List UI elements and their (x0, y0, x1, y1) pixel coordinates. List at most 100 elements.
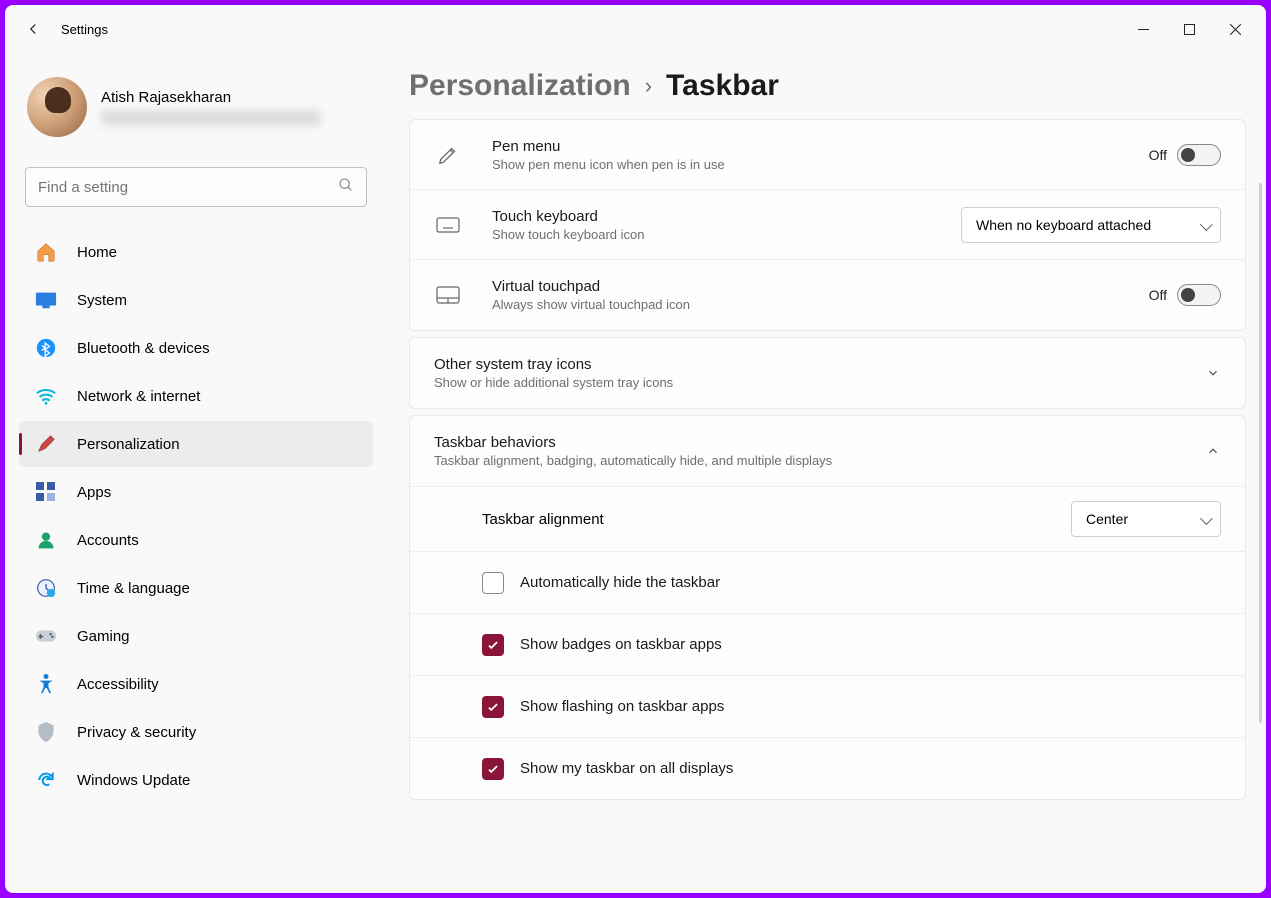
window-controls (1120, 13, 1258, 45)
row-desc: Show pen menu icon when pen is in use (492, 157, 1149, 172)
update-icon (35, 769, 57, 791)
other-tray-expander[interactable]: Other system tray icons Show or hide add… (410, 338, 1245, 408)
nav-label: Apps (77, 484, 111, 501)
privacy-icon (35, 721, 57, 743)
brush-icon (35, 433, 57, 455)
touch-keyboard-select[interactable]: When no keyboard attached (961, 207, 1221, 243)
badges-row: Show badges on taskbar apps (410, 613, 1245, 675)
close-button[interactable] (1212, 13, 1258, 45)
row-desc: Always show virtual touchpad icon (492, 297, 1149, 312)
toggle-state-label: Off (1149, 287, 1167, 303)
row-desc: Show touch keyboard icon (492, 227, 961, 242)
row-text: Touch keyboard Show touch keyboard icon (492, 208, 961, 242)
home-icon (35, 241, 57, 263)
taskbar-behaviors-card: Taskbar behaviors Taskbar alignment, bad… (409, 415, 1246, 800)
search-wrap (25, 167, 367, 207)
maximize-icon (1184, 24, 1195, 35)
nav-system[interactable]: System (19, 277, 373, 323)
accounts-icon (35, 529, 57, 551)
profile-block[interactable]: Atish Rajasekharan (19, 65, 373, 149)
nav-bluetooth[interactable]: Bluetooth & devices (19, 325, 373, 371)
all-displays-checkbox[interactable] (482, 758, 504, 780)
expander-desc: Taskbar alignment, badging, automaticall… (434, 453, 1205, 468)
nav-label: Privacy & security (77, 724, 196, 741)
chevron-up-icon (1205, 443, 1221, 459)
option-label: Show badges on taskbar apps (520, 636, 1221, 653)
touch-keyboard-row: Touch keyboard Show touch keyboard icon … (410, 190, 1245, 260)
expander-title: Taskbar behaviors (434, 434, 1205, 451)
flashing-row: Show flashing on taskbar apps (410, 675, 1245, 737)
breadcrumb-chevron-icon: › (645, 73, 652, 99)
badges-checkbox[interactable] (482, 634, 504, 656)
flashing-checkbox[interactable] (482, 696, 504, 718)
breadcrumb-current: Taskbar (666, 69, 779, 103)
expander-desc: Show or hide additional system tray icon… (434, 375, 1205, 390)
nav-label: System (77, 292, 127, 309)
keyboard-icon (434, 217, 462, 233)
scrollbar[interactable] (1259, 183, 1262, 723)
breadcrumb: Personalization › Taskbar (409, 69, 1246, 103)
search-input[interactable] (38, 179, 338, 196)
nav-apps[interactable]: Apps (19, 469, 373, 515)
nav-label: Windows Update (77, 772, 190, 789)
app-title: Settings (61, 22, 108, 37)
nav-time[interactable]: Time & language (19, 565, 373, 611)
option-label: Show my taskbar on all displays (520, 760, 1221, 777)
autohide-checkbox[interactable] (482, 572, 504, 594)
system-tray-card: Pen menu Show pen menu icon when pen is … (409, 119, 1246, 331)
nav-label: Time & language (77, 580, 190, 597)
nav-label: Network & internet (77, 388, 200, 405)
pen-toggle[interactable] (1177, 144, 1221, 166)
row-text: Pen menu Show pen menu icon when pen is … (492, 138, 1149, 172)
option-label: Show flashing on taskbar apps (520, 698, 1221, 715)
taskbar-behaviors-expander[interactable]: Taskbar behaviors Taskbar alignment, bad… (410, 416, 1245, 486)
nav-label: Home (77, 244, 117, 261)
nav-network[interactable]: Network & internet (19, 373, 373, 419)
time-icon (35, 577, 57, 599)
sidebar: Atish Rajasekharan Home System Bluetooth… (5, 53, 385, 893)
nav-label: Personalization (77, 436, 180, 453)
nav-label: Accounts (77, 532, 139, 549)
settings-window: Settings Atish Rajasekharan (5, 5, 1266, 893)
search-box[interactable] (25, 167, 367, 207)
chevron-down-icon (1205, 365, 1221, 381)
touchpad-icon (434, 286, 462, 304)
minimize-button[interactable] (1120, 13, 1166, 45)
select-value: When no keyboard attached (976, 217, 1151, 233)
toggle-state-label: Off (1149, 147, 1167, 163)
nav-personalization[interactable]: Personalization (19, 421, 373, 467)
profile-text: Atish Rajasekharan (101, 89, 321, 126)
wifi-icon (35, 385, 57, 407)
nav-home[interactable]: Home (19, 229, 373, 275)
maximize-button[interactable] (1166, 13, 1212, 45)
minimize-icon (1138, 24, 1149, 35)
taskbar-alignment-row: Taskbar alignment Center (410, 486, 1245, 551)
row-control: Off (1149, 284, 1221, 306)
all-displays-row: Show my taskbar on all displays (410, 737, 1245, 799)
expander-title: Other system tray icons (434, 356, 1205, 373)
virtual-touchpad-row: Virtual touchpad Always show virtual tou… (410, 260, 1245, 330)
back-button[interactable] (13, 9, 53, 49)
nav-label: Gaming (77, 628, 130, 645)
pen-icon (434, 144, 462, 166)
breadcrumb-parent[interactable]: Personalization (409, 69, 631, 103)
search-icon (338, 177, 354, 198)
virtual-touchpad-toggle[interactable] (1177, 284, 1221, 306)
row-control: When no keyboard attached (961, 207, 1221, 243)
autohide-row: Automatically hide the taskbar (410, 551, 1245, 613)
avatar (27, 77, 87, 137)
option-label: Automatically hide the taskbar (520, 574, 1221, 591)
window-body: Atish Rajasekharan Home System Bluetooth… (5, 53, 1266, 893)
nav-accounts[interactable]: Accounts (19, 517, 373, 563)
nav-accessibility[interactable]: Accessibility (19, 661, 373, 707)
system-icon (35, 289, 57, 311)
toggle-knob (1181, 148, 1195, 162)
close-icon (1230, 24, 1241, 35)
nav-gaming[interactable]: Gaming (19, 613, 373, 659)
nav-update[interactable]: Windows Update (19, 757, 373, 803)
nav-label: Bluetooth & devices (77, 340, 210, 357)
profile-name: Atish Rajasekharan (101, 89, 321, 106)
nav-privacy[interactable]: Privacy & security (19, 709, 373, 755)
row-title: Taskbar alignment (482, 511, 1071, 528)
taskbar-alignment-select[interactable]: Center (1071, 501, 1221, 537)
